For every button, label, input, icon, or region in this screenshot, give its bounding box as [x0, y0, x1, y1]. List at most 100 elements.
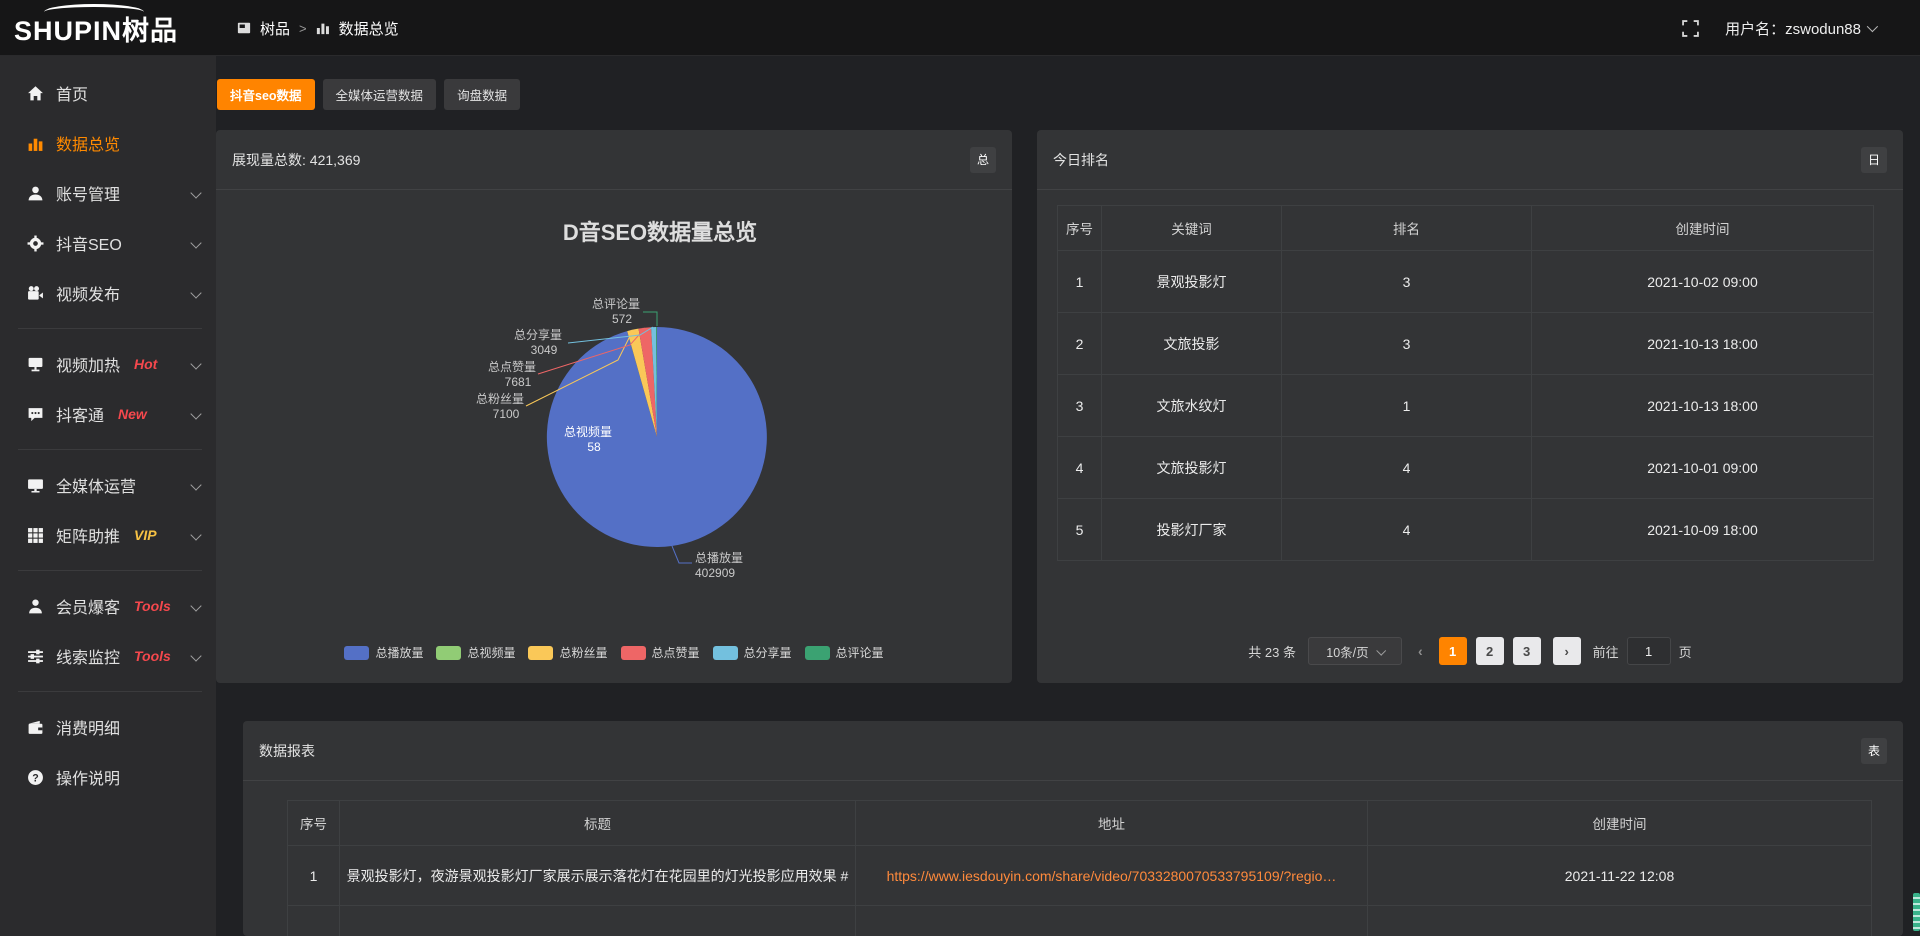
sidebar-item-label: 矩阵助推: [56, 523, 120, 547]
pie-label-name: 总评论量: [592, 297, 640, 311]
logo-text-cn: 树品: [122, 16, 178, 46]
sidebar-divider: [18, 691, 202, 692]
pie-label-value: 572: [612, 312, 632, 326]
legend-item[interactable]: 总点赞量: [621, 644, 700, 661]
data-source-tabs: 抖音seo数据全媒体运营数据询盘数据: [217, 79, 520, 110]
pie-label-name: 总播放量: [695, 550, 743, 565]
tab-2[interactable]: 全媒体运营数据: [323, 79, 437, 110]
table-row: 5投影灯厂家42021-10-09 18:00: [1058, 499, 1874, 561]
tab-3[interactable]: 询盘数据: [444, 79, 520, 110]
ranking-table-body: 1景观投影灯32021-10-02 09:002文旅投影32021-10-13 …: [1058, 251, 1874, 561]
pie-label-value: 3049: [531, 343, 558, 357]
pie-label-line: [672, 546, 692, 563]
sidebar-item-label: 操作说明: [56, 765, 120, 789]
video-url-link[interactable]: https://www.iesdouyin.com/share/video/70…: [856, 846, 1368, 906]
day-badge-button[interactable]: 日: [1861, 147, 1887, 173]
legend-label: 总分享量: [744, 644, 792, 661]
table-row: 1景观投影灯，夜游景观投影灯厂家展示展示落花灯在花园里的灯光投影应用效果 #ht…: [288, 846, 1872, 906]
sidebar-item-13[interactable]: ?操作说明: [0, 752, 216, 802]
sidebar: 首页数据总览账号管理抖音SEO视频发布视频加热Hot抖客通New全媒体运营矩阵助…: [0, 56, 216, 936]
report-table-body: 1景观投影灯，夜游景观投影灯厂家展示展示落花灯在花园里的灯光投影应用效果 #ht…: [288, 846, 1872, 936]
sidebar-item-9[interactable]: 矩阵助推 VIP: [0, 510, 216, 560]
wallet-icon: [26, 718, 44, 736]
chevron-down-icon: [1867, 21, 1878, 32]
user-menu[interactable]: 用户名：zswodun88: [1725, 18, 1875, 39]
chevron-down-icon: [190, 529, 201, 540]
page-button-1[interactable]: 1: [1439, 637, 1467, 665]
table-cell: 文旅水纹灯: [1102, 375, 1282, 437]
sidebar-item-badge: New: [118, 406, 147, 422]
table-cell: 5: [1058, 499, 1102, 561]
sidebar-item-11[interactable]: 线索监控Tools: [0, 631, 216, 681]
chart-bars-icon: [26, 134, 44, 152]
logo-text-en: SHUPIN: [14, 16, 122, 46]
table-cell: 4: [1282, 437, 1532, 499]
page-button-2[interactable]: 2: [1476, 637, 1504, 665]
legend-item[interactable]: 总播放量: [344, 644, 423, 661]
legend-swatch: [436, 646, 461, 660]
page-button-3[interactable]: 3: [1513, 637, 1541, 665]
breadcrumb-root[interactable]: 树品: [260, 18, 290, 39]
sidebar-item-10[interactable]: 会员爆客Tools: [0, 581, 216, 631]
sliders-icon: [26, 647, 44, 665]
fullscreen-icon[interactable]: [1682, 20, 1699, 37]
legend-item[interactable]: 总视频量: [436, 644, 515, 661]
sidebar-item-8[interactable]: 全媒体运营: [0, 460, 216, 510]
overview-panel: 展现量总数: 421,369 总 D音SEO数据量总览 总播放量402909总视…: [216, 130, 1012, 683]
top-header-bar: SHUPIN树品 树品 > 数据总览 用户名：zswodun88: [0, 0, 1920, 56]
table-cell: 2021-10-13 18:00: [1532, 375, 1874, 437]
table-cell: 1: [288, 846, 340, 906]
table-cell: 2021-10-09 18:00: [1532, 499, 1874, 561]
table-header-row: 序号关键词排名创建时间: [1058, 206, 1874, 251]
sidebar-item-badge: Tools: [134, 598, 171, 614]
prev-page-button[interactable]: ‹: [1414, 643, 1427, 659]
table-badge-button[interactable]: 表: [1861, 738, 1887, 764]
legend-item[interactable]: 总评论量: [805, 644, 884, 661]
legend-item[interactable]: 总分享量: [713, 644, 792, 661]
scrollbar-thumb[interactable]: [1913, 893, 1920, 931]
sidebar-item-6[interactable]: 视频加热Hot: [0, 339, 216, 389]
table-row: 2文旅投影32021-10-13 18:00: [1058, 313, 1874, 375]
column-header: 关键词: [1102, 206, 1282, 251]
page-size-select[interactable]: 10条/页: [1308, 637, 1402, 665]
pie-label-value: 7100: [493, 407, 520, 421]
column-header: 创建时间: [1532, 206, 1874, 251]
sidebar-item-label: 抖音SEO: [56, 231, 122, 255]
sidebar-item-badge: VIP: [134, 527, 157, 543]
legend-item[interactable]: 总粉丝量: [528, 644, 607, 661]
report-table: 序号标题地址创建时间 1景观投影灯，夜游景观投影灯厂家展示展示落花灯在花园里的灯…: [287, 800, 1872, 936]
sidebar-item-1[interactable]: 首页: [0, 68, 216, 118]
sidebar-item-5[interactable]: 视频发布: [0, 268, 216, 318]
table-cell: 2021-10-13 18:00: [1532, 313, 1874, 375]
screen-icon: [26, 355, 44, 373]
sidebar-item-label: 首页: [56, 81, 88, 105]
chevron-down-icon: [190, 237, 201, 248]
report-panel: 数据报表 表 序号标题地址创建时间 1景观投影灯，夜游景观投影灯厂家展示展示落花…: [243, 721, 1903, 936]
table-cell: 4: [1282, 499, 1532, 561]
total-badge-button[interactable]: 总: [970, 147, 996, 173]
chevron-down-icon: [190, 187, 201, 198]
goto-page-input[interactable]: [1627, 637, 1671, 665]
sidebar-item-2[interactable]: 数据总览: [0, 118, 216, 168]
sidebar-item-4[interactable]: 抖音SEO: [0, 218, 216, 268]
legend-swatch: [621, 646, 646, 660]
next-page-button[interactable]: ›: [1553, 637, 1581, 665]
legend-swatch: [528, 646, 553, 660]
chevron-down-icon: [1376, 645, 1386, 655]
sidebar-item-7[interactable]: 抖客通New: [0, 389, 216, 439]
sidebar-item-label: 数据总览: [56, 131, 120, 155]
sidebar-item-badge: Hot: [134, 356, 157, 372]
sidebar-item-3[interactable]: 账号管理: [0, 168, 216, 218]
tab-1[interactable]: 抖音seo数据: [217, 79, 315, 110]
sidebar-item-badge: Tools: [134, 648, 171, 664]
table-cell: 景观投影灯，夜游景观投影灯厂家展示展示落花灯在花园里的灯光投影应用效果 #: [340, 846, 856, 906]
sidebar-divider: [18, 328, 202, 329]
chart-legend: 总播放量总视频量 总粉丝量总点赞量 总分享量总评论量: [216, 644, 1012, 661]
table-row: 4文旅投影灯42021-10-01 09:00: [1058, 437, 1874, 499]
pie-label-value: 402909: [695, 566, 735, 580]
sidebar-item-12[interactable]: 消费明细: [0, 702, 216, 752]
legend-label: 总播放量: [375, 644, 423, 661]
table-cell: 2021-10-01 09:00: [1532, 437, 1874, 499]
legend-swatch: [713, 646, 738, 660]
legend-label: 总粉丝量: [559, 644, 607, 661]
